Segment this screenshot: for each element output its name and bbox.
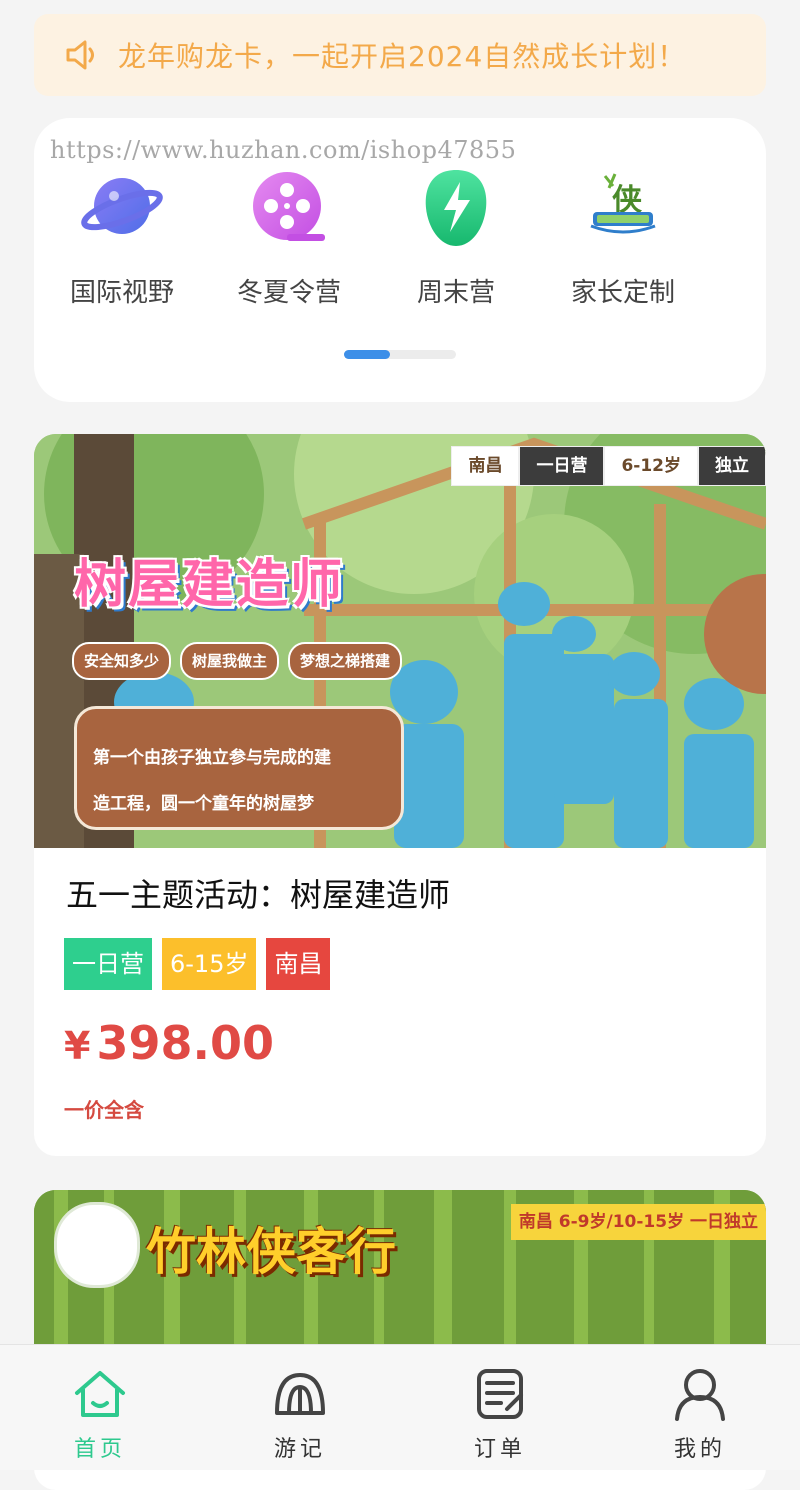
banner-tag: 独立 — [698, 446, 766, 486]
banner-title-2: 竹林侠客行 — [146, 1223, 396, 1281]
category-weekend[interactable]: 周末营 — [381, 166, 531, 308]
speaker-icon — [66, 40, 94, 70]
tag-duration: 一日营 — [64, 938, 152, 990]
planet-icon — [81, 178, 163, 234]
lightning-icon — [425, 170, 487, 246]
category-card: https://www.huzhan.com/ishop47855 国际视野 冬… — [34, 118, 766, 402]
tab-label: 首页 — [73, 1437, 126, 1462]
document-icon — [477, 1369, 523, 1419]
camp-logo — [54, 1202, 140, 1288]
banner-title: 树屋建造师 — [74, 555, 345, 615]
banner-desc-line: 造工程，圆一个童年的树屋梦 — [93, 794, 314, 814]
banner-desc-line: 第一个由孩子独立参与完成的建 — [93, 748, 331, 768]
watermark-text: https://www.huzhan.com/ishop47855 — [50, 136, 517, 164]
product-card[interactable]: 南昌 一日营 6-12岁 独立 树屋建造师 安全知多少 树屋我做主 梦想之梯搭建… — [34, 434, 766, 1156]
tab-journal[interactable]: 游记 — [220, 1365, 380, 1463]
category-label: 国际视野 — [69, 278, 174, 308]
banner-tags: 南昌 一日营 6-12岁 独立 — [451, 446, 766, 486]
tent-icon — [275, 1373, 325, 1415]
tab-label: 游记 — [273, 1437, 326, 1462]
banner-pill: 树屋我做主 — [180, 642, 280, 680]
price-note: 一价全含 — [64, 1098, 144, 1122]
banner-tag: 南昌 — [451, 446, 520, 486]
banner-description: 第一个由孩子独立参与完成的建 造工程，圆一个童年的树屋梦 — [74, 706, 404, 830]
tag-age: 6-15岁 — [162, 938, 257, 990]
product-price: ¥398.00 — [64, 1016, 274, 1070]
film-reel-icon — [253, 172, 325, 241]
tab-profile[interactable]: 我的 — [620, 1365, 780, 1463]
tab-label: 订单 — [473, 1437, 526, 1462]
category-label: 家长定制 — [570, 278, 675, 308]
banner-tag: 6-12岁 — [604, 446, 698, 486]
tab-home[interactable]: 首页 — [20, 1365, 180, 1463]
banner-info-strip: 南昌 6-9岁/10-15岁 一日独立 — [510, 1204, 766, 1240]
user-icon — [675, 1369, 725, 1421]
camp-logo-icon: 侠 — [590, 173, 656, 234]
category-custom[interactable]: 侠 家长定制 — [548, 166, 698, 308]
product-tags: 一日营 6-15岁 南昌 — [64, 938, 340, 990]
tab-orders[interactable]: 订单 — [420, 1365, 580, 1463]
notice-bar[interactable]: 龙年购龙卡，一起开启2024自然成长计划！ — [34, 14, 766, 96]
price-value: 398.00 — [96, 1016, 274, 1070]
currency-symbol: ¥ — [64, 1024, 91, 1068]
category-label: 冬夏令营 — [236, 278, 341, 308]
home-icon — [75, 1371, 125, 1417]
category-camp[interactable]: 冬夏令营 — [214, 166, 364, 308]
tab-label: 我的 — [673, 1437, 726, 1462]
category-label: 周末营 — [416, 278, 495, 308]
page-indicator — [344, 350, 456, 359]
tag-city: 南昌 — [266, 938, 331, 990]
banner-pill: 梦想之梯搭建 — [288, 642, 403, 680]
bottom-tab-bar: 首页 游记 订单 我的 — [0, 1344, 800, 1470]
notice-text: 龙年购龙卡，一起开启2024自然成长计划！ — [118, 40, 687, 73]
product-title[interactable]: 五一主题活动：树屋建造师 — [66, 870, 450, 916]
banner-pill: 安全知多少 — [72, 642, 172, 680]
banner-tag: 一日营 — [519, 446, 605, 486]
category-international[interactable]: 国际视野 — [47, 166, 197, 308]
product-banner[interactable]: 南昌 一日营 6-12岁 独立 树屋建造师 安全知多少 树屋我做主 梦想之梯搭建… — [34, 434, 766, 848]
